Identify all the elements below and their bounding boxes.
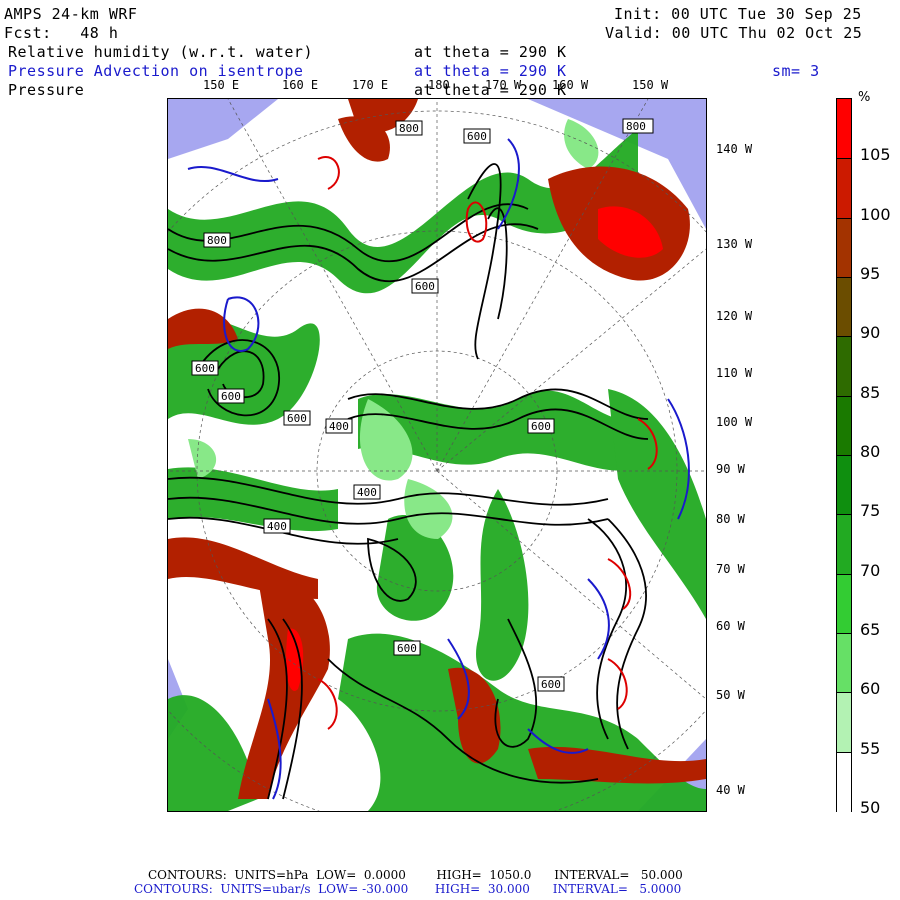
lat-label: 80 W — [716, 512, 745, 526]
smoothing-label: sm= 3 — [772, 62, 820, 80]
svg-text:400: 400 — [267, 520, 287, 533]
colorbar-segment — [837, 633, 851, 693]
map-graphic: 800 600 800 800 600 600 600 600 400 400 … — [168, 99, 706, 811]
lat-label: 100 W — [716, 415, 753, 429]
lat-label: 130 W — [716, 237, 753, 251]
colorbar — [836, 98, 852, 812]
contour-label-box: 400 — [325, 418, 353, 434]
svg-text:600: 600 — [531, 420, 551, 433]
svg-text:600: 600 — [287, 412, 307, 425]
humidity-high — [238, 577, 330, 799]
lon-label: 170 W — [485, 78, 522, 92]
colorbar-label: 105 — [860, 145, 891, 165]
contour-label-box: 600 — [527, 418, 555, 434]
colorbar-label: 70 — [860, 560, 881, 580]
svg-text:600: 600 — [541, 678, 561, 691]
valid-time: Valid: 00 UTC Thu 02 Oct 25 — [605, 24, 863, 42]
colorbar-label: 60 — [860, 679, 881, 699]
field2-name: Pressure Advection on isentrope — [8, 62, 304, 80]
contour-label-box: 600 — [283, 410, 311, 426]
footer-contours-advection: CONTOURS: UNITS=ubar/s LOW= -30.000 HIGH… — [134, 882, 682, 896]
colorbar-label: 95 — [860, 264, 881, 283]
field1-level: at theta = 290 K — [414, 43, 567, 61]
footer-contours-pressure: CONTOURS: UNITS=hPa LOW= 0.0000 HIGH= 10… — [148, 868, 683, 882]
colorbar-segment — [837, 573, 851, 634]
contour-label-box: 800 — [622, 118, 654, 134]
init-time: Init: 00 UTC Tue 30 Sep 25 — [614, 5, 862, 23]
svg-text:800: 800 — [399, 122, 419, 135]
colorbar-label: 55 — [860, 738, 881, 758]
humidity-band — [608, 389, 706, 619]
lon-label: 170 E — [352, 78, 389, 92]
colorbar-segment — [837, 692, 851, 753]
svg-text:600: 600 — [397, 642, 417, 655]
colorbar-segment — [837, 336, 851, 397]
lon-label: 180 — [428, 78, 450, 92]
svg-text:400: 400 — [329, 420, 349, 433]
colorbar-label: 65 — [860, 620, 881, 639]
advection-contour — [317, 678, 338, 730]
lon-label: 150 E — [203, 78, 240, 92]
contour-label-box: 600 — [537, 676, 565, 692]
svg-text:600: 600 — [467, 130, 487, 143]
lon-label: 150 W — [632, 78, 669, 92]
svg-text:800: 800 — [626, 120, 646, 133]
lat-label: 90 W — [716, 462, 745, 476]
colorbar-label: 90 — [860, 323, 881, 343]
colorbar-label: 85 — [860, 382, 881, 402]
svg-text:600: 600 — [415, 280, 435, 293]
lat-label: 60 W — [716, 619, 745, 633]
colorbar-segment — [837, 158, 851, 219]
svg-text:600: 600 — [195, 362, 215, 375]
colorbar-unit: % — [858, 90, 871, 105]
colorbar-segment — [837, 514, 851, 575]
colorbar-label: 80 — [860, 442, 881, 461]
lon-label: 160 W — [552, 78, 589, 92]
model-title: AMPS 24-km WRF — [4, 5, 138, 23]
lat-label: 70 W — [716, 562, 745, 576]
field3-name: Pressure — [8, 81, 85, 99]
weather-map[interactable]: 800 600 800 800 600 600 600 600 400 400 … — [167, 98, 707, 812]
advection-contour — [187, 166, 279, 182]
colorbar-label: 100 — [860, 204, 891, 224]
forecast-hour: Fcst: 48 h — [4, 24, 119, 42]
contour-label-box: 400 — [353, 484, 381, 500]
pressure-contour — [607, 518, 647, 750]
colorbar-label: 50 — [860, 798, 881, 817]
advection-contour — [317, 156, 340, 190]
ocean-area — [168, 99, 278, 159]
humidity-band — [338, 633, 706, 811]
contour-label-box: 800 — [395, 120, 423, 136]
contour-label-box: 400 — [263, 518, 291, 534]
contour-label-box: 600 — [393, 640, 421, 656]
lat-label: 50 W — [716, 688, 745, 702]
humidity-band — [476, 489, 529, 681]
svg-text:800: 800 — [207, 234, 227, 247]
colorbar-label: 75 — [860, 501, 881, 521]
contour-label-box: 600 — [191, 360, 219, 376]
contour-label-box: 600 — [463, 128, 491, 144]
colorbar-segment — [837, 455, 851, 515]
colorbar-segment — [837, 277, 851, 337]
colorbar-segment — [837, 395, 851, 456]
lat-label: 40 W — [716, 783, 745, 797]
contour-label-box: 800 — [203, 232, 231, 248]
contour-label-box: 600 — [411, 278, 439, 294]
lat-label: 110 W — [716, 366, 753, 380]
colorbar-segment — [837, 217, 851, 278]
field1-name: Relative humidity (w.r.t. water) — [8, 43, 313, 61]
svg-text:600: 600 — [221, 390, 241, 403]
lat-label: 120 W — [716, 309, 753, 323]
lon-label: 160 E — [282, 78, 319, 92]
contour-label-box: 600 — [217, 388, 245, 404]
colorbar-segment — [837, 751, 851, 812]
lat-label: 140 W — [716, 142, 753, 156]
svg-text:400: 400 — [357, 486, 377, 499]
colorbar-segment — [837, 99, 851, 159]
